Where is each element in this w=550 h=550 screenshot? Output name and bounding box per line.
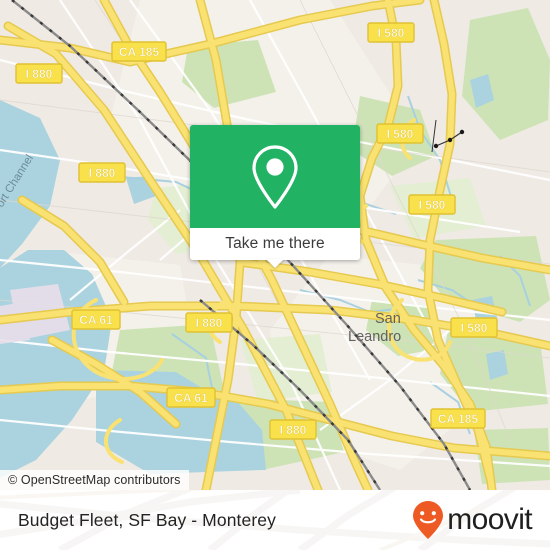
- svg-text:I 880: I 880: [26, 67, 53, 81]
- svg-text:I 580: I 580: [387, 127, 414, 141]
- svg-text:I 580: I 580: [461, 321, 488, 335]
- osm-attribution: © OpenStreetMap contributors: [0, 470, 189, 490]
- moovit-logo[interactable]: moovit: [411, 500, 533, 540]
- page-footer: Budget Fleet, SF Bay - Monterey moovit: [0, 490, 550, 550]
- osm-attribution-text: © OpenStreetMap contributors: [8, 473, 181, 487]
- svg-text:I 580: I 580: [419, 198, 446, 212]
- map-location-popup[interactable]: Take me there: [190, 125, 360, 268]
- shield-i580-bottomright: I 580: [450, 317, 498, 338]
- svg-text:CA 185: CA 185: [438, 412, 479, 426]
- shield-i580-mid: I 580: [376, 123, 424, 144]
- shield-i880-mid: I 880: [185, 312, 233, 333]
- shield-i880-topleft: I 880: [15, 63, 63, 84]
- moovit-pin-smiley-icon: [413, 501, 444, 539]
- shield-ca185-bottom: CA 185: [430, 408, 486, 429]
- popup-action[interactable]: Take me there: [190, 228, 360, 260]
- svg-text:CA 185: CA 185: [119, 45, 160, 59]
- map-pin-icon: [252, 144, 298, 209]
- popup-pointer: [266, 259, 284, 268]
- shield-i880-bottom: I 880: [269, 419, 317, 440]
- place-label-line2: Leandro: [348, 329, 401, 345]
- map-result-page: San Leandro ort Channel CA 185 I 880 I 5…: [0, 0, 550, 550]
- svg-text:I 880: I 880: [280, 423, 307, 437]
- shield-i580-right: I 580: [408, 194, 456, 215]
- moovit-wordmark: moovit: [447, 503, 532, 536]
- place-label-line1: San: [375, 311, 401, 327]
- popup-header: [190, 125, 360, 228]
- svg-text:I 580: I 580: [378, 26, 405, 40]
- svg-text:I 880: I 880: [196, 316, 223, 330]
- shield-i580-top: I 580: [367, 22, 415, 43]
- svg-text:CA 61: CA 61: [79, 313, 113, 327]
- popup-action-label: Take me there: [225, 235, 325, 252]
- svg-text:I 880: I 880: [89, 166, 116, 180]
- shield-ca185-top: CA 185: [111, 41, 167, 62]
- svg-text:CA 61: CA 61: [174, 391, 208, 405]
- page-title: Budget Fleet, SF Bay - Monterey: [18, 509, 276, 530]
- shield-ca61-left: CA 61: [71, 309, 121, 330]
- shield-i880-left: I 880: [78, 162, 126, 183]
- shield-ca61-bottom: CA 61: [166, 387, 216, 408]
